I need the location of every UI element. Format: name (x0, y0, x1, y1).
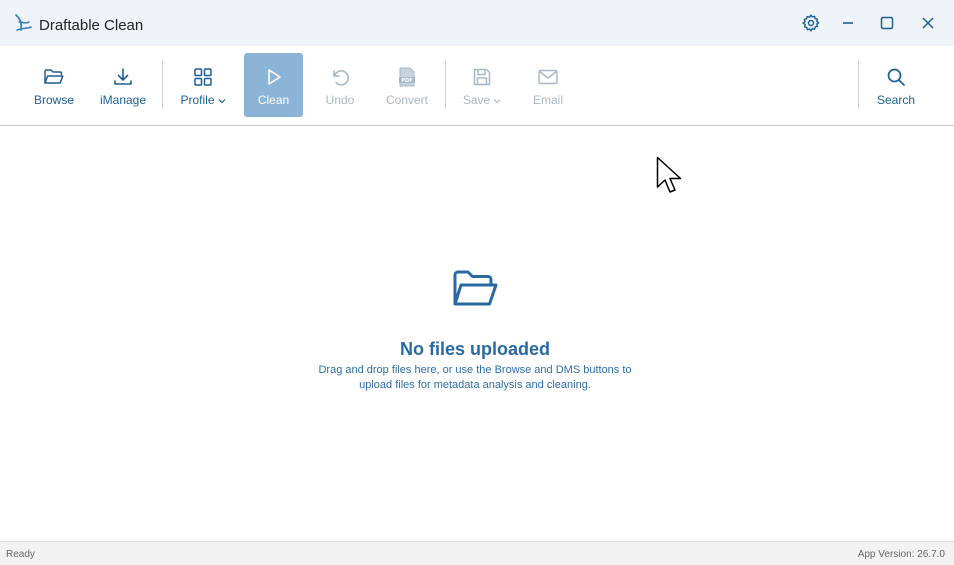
app-version: App Version: 26.7.0 (857, 549, 945, 560)
email-label: Email (532, 93, 563, 107)
browse-label: Browse (33, 93, 74, 107)
empty-state-description: Drag and drop files here, or use the Bro… (0, 363, 950, 393)
settings-button[interactable] (799, 11, 823, 35)
email-button[interactable]: Email (526, 53, 570, 117)
undo-button[interactable]: Undo (318, 53, 362, 117)
imanage-label: iManage (99, 93, 147, 107)
search-button[interactable]: Search (872, 53, 920, 117)
chevron-down-icon (493, 93, 501, 107)
undo-label: Undo (325, 93, 355, 107)
minimize-button[interactable] (836, 11, 860, 35)
close-button[interactable] (916, 11, 940, 35)
grid-icon (193, 65, 213, 89)
imanage-button[interactable]: iManage (96, 53, 150, 117)
clean-button[interactable]: Clean (244, 53, 303, 117)
empty-state-title: No files uploaded (399, 339, 550, 359)
title-bar: Draftable Clean (0, 0, 954, 46)
empty-state-description-line: Drag and drop files here, or use the Bro… (318, 364, 632, 376)
gear-icon (801, 13, 821, 33)
convert-button[interactable]: PDF Convert (380, 53, 434, 117)
play-icon (265, 65, 283, 89)
save-dropdown-button[interactable]: Save (458, 53, 506, 117)
clean-label: Clean (257, 93, 290, 107)
empty-state-description-line: upload files for metadata analysis and c… (359, 379, 591, 391)
app-title: Draftable Clean (39, 17, 144, 34)
status-bar: Ready App Version: 26.7.0 (0, 541, 954, 565)
file-drop-zone[interactable]: No files uploaded Drag and drop files he… (0, 126, 954, 540)
toolbar-separator (858, 61, 859, 109)
folder-open-icon (43, 65, 65, 89)
floppy-disk-icon (472, 65, 492, 89)
svg-text:PDF: PDF (401, 78, 412, 84)
download-icon (112, 65, 134, 89)
app-logo-icon (13, 13, 33, 33)
save-label: Save (462, 93, 491, 107)
chevron-down-icon (218, 93, 226, 107)
convert-label: Convert (385, 93, 429, 107)
pdf-icon: PDF (398, 65, 416, 89)
browse-button[interactable]: Browse (28, 53, 80, 117)
app-window: Draftable Clean Browse iManage Profile C… (0, 0, 954, 565)
envelope-icon (537, 65, 559, 89)
search-icon (886, 65, 906, 89)
maximize-button[interactable] (875, 11, 899, 35)
toolbar-separator (445, 61, 446, 109)
toolbar-separator (162, 61, 163, 109)
minimize-icon (841, 16, 855, 30)
undo-icon (329, 65, 351, 89)
close-icon (921, 16, 935, 30)
profile-dropdown-button[interactable]: Profile (174, 53, 232, 117)
ribbon-toolbar: Browse iManage Profile Clean Undo PDF Co… (0, 46, 954, 126)
status-text: Ready (6, 549, 35, 560)
maximize-icon (880, 16, 894, 30)
folder-open-icon (451, 268, 499, 315)
profile-label: Profile (180, 93, 215, 107)
search-label: Search (876, 93, 916, 107)
